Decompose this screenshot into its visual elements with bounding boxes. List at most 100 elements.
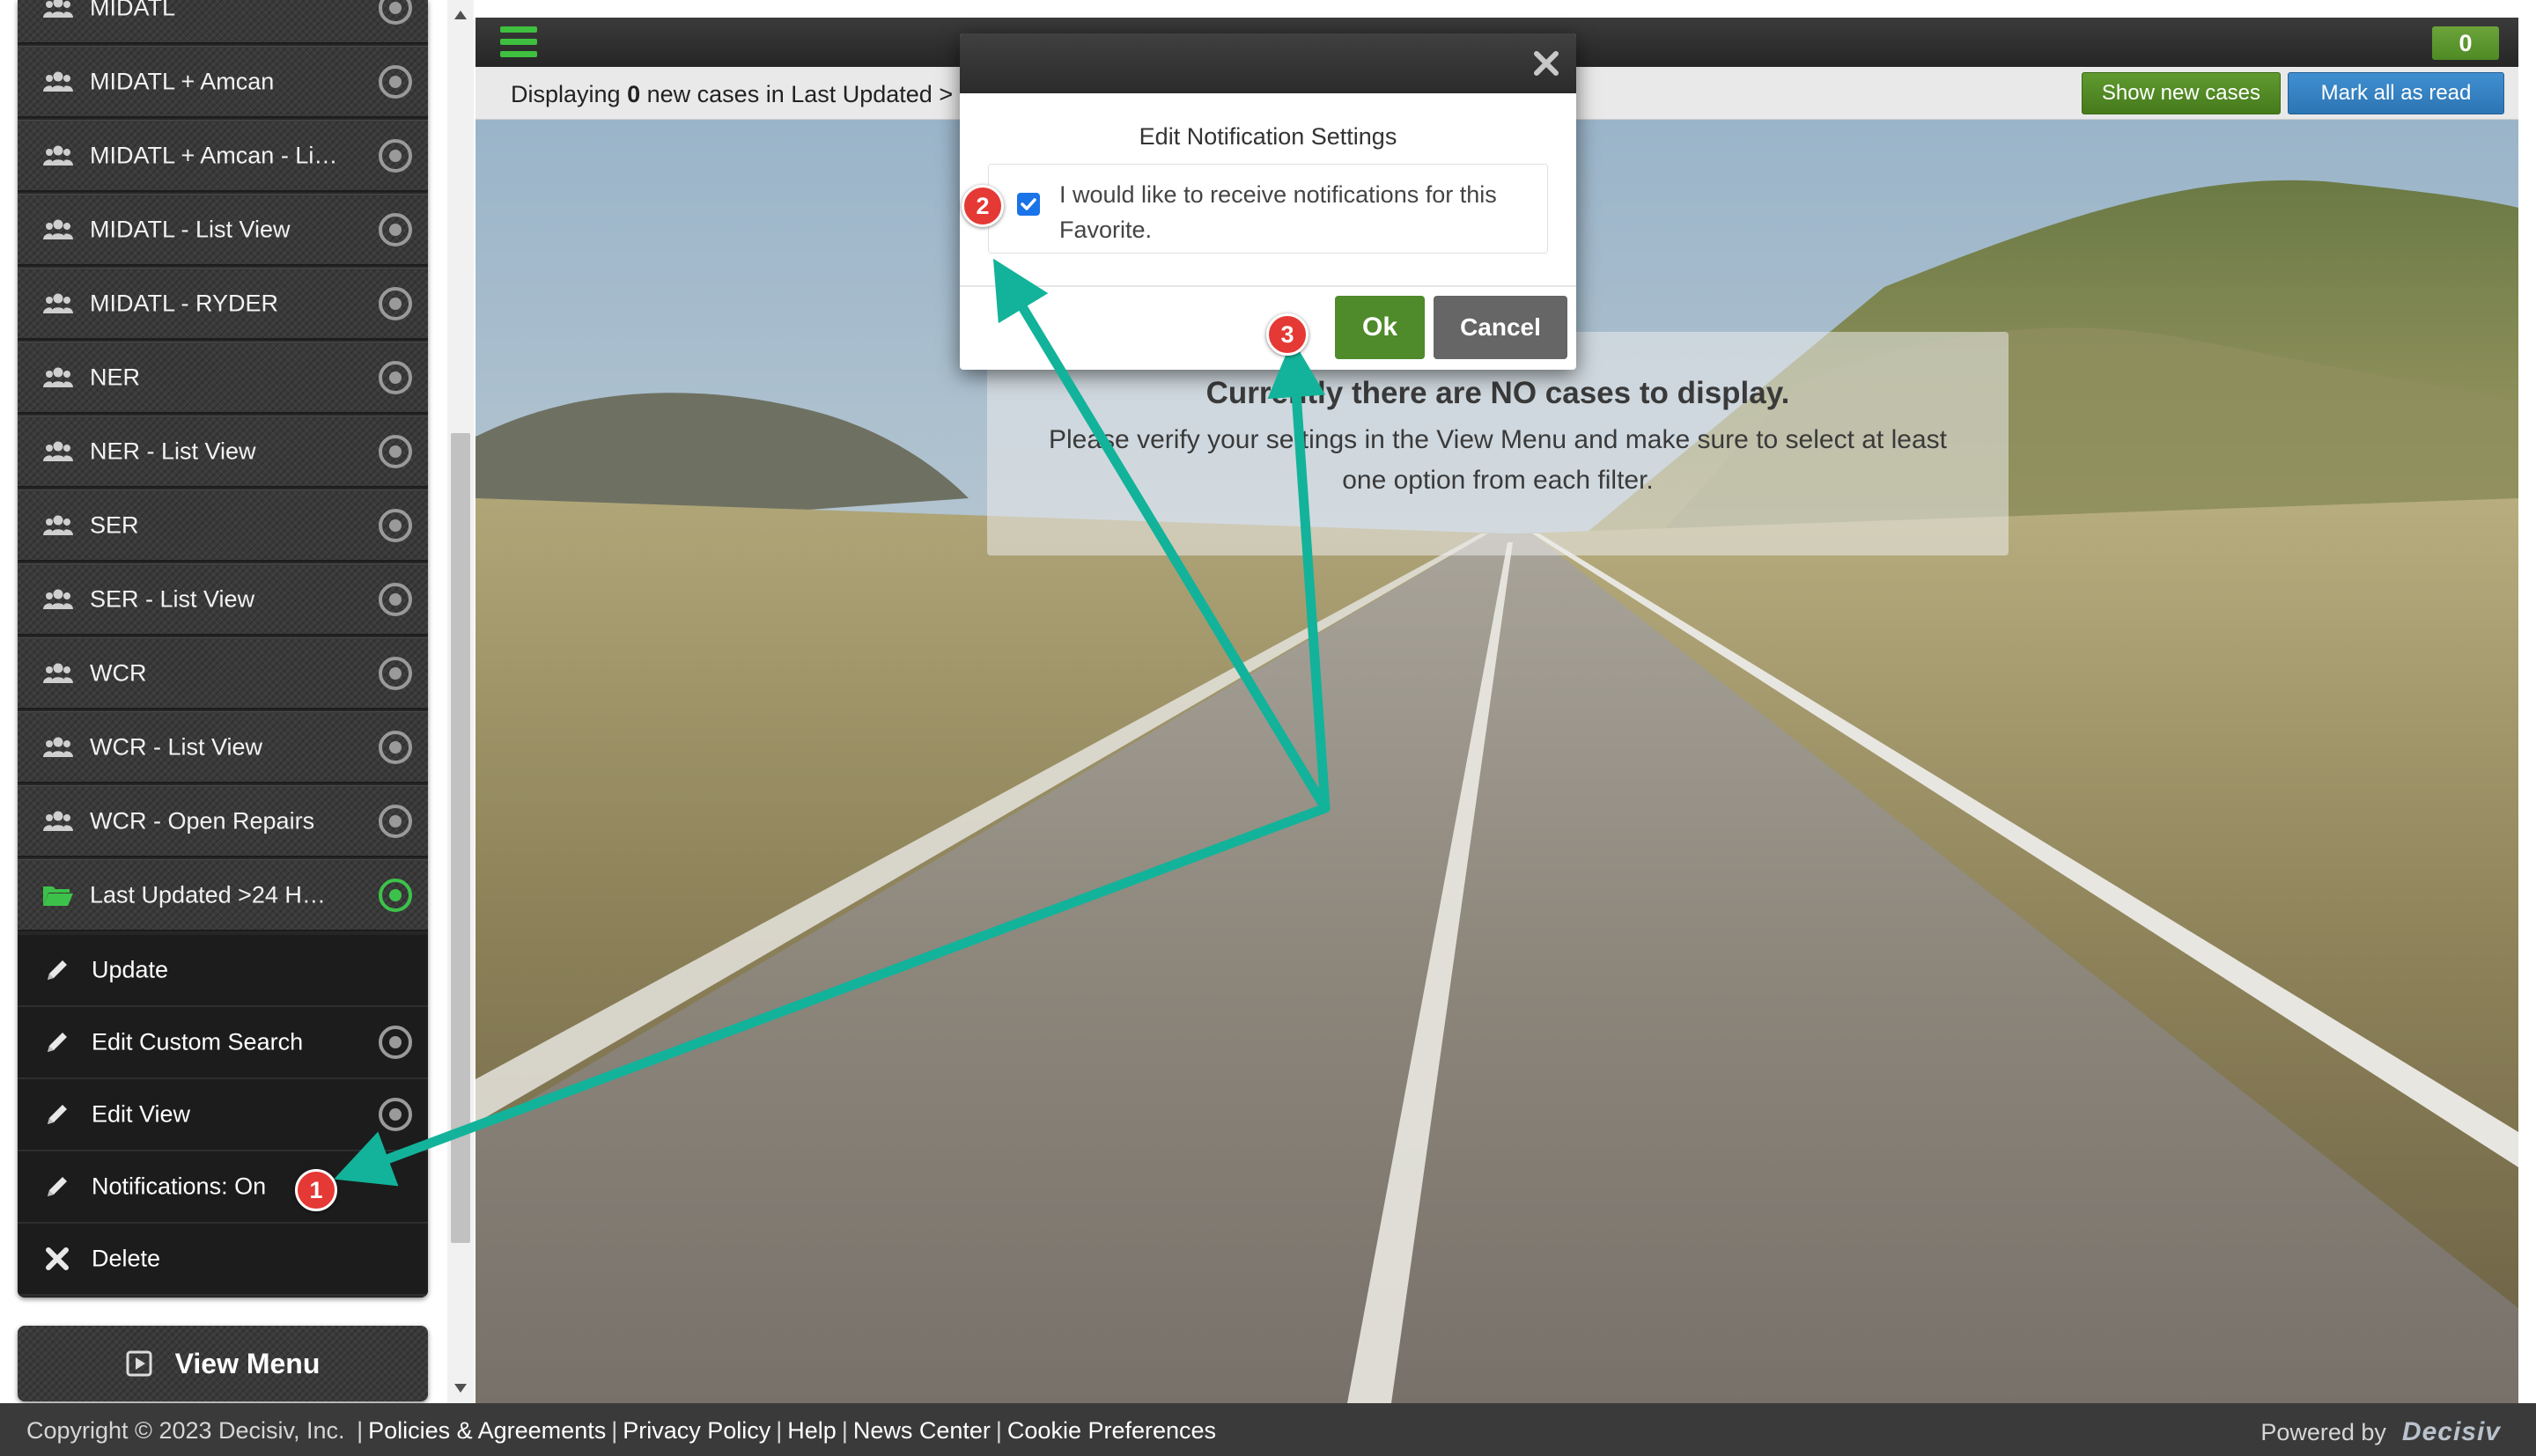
sidebar-item[interactable]: NER — [18, 342, 428, 414]
favorite-radio-icon[interactable] — [379, 212, 412, 246]
sidebar-item[interactable]: MIDATL + Amcan — [18, 46, 428, 118]
close-icon[interactable] — [1529, 46, 1564, 81]
scroll-up-arrow-icon[interactable] — [454, 11, 467, 19]
powered-by: Powered by Decisiv — [2260, 1417, 2501, 1447]
sidebar-item-label: WCR - Open Repairs — [90, 807, 315, 834]
group-icon — [42, 734, 74, 761]
footer-links: Copyright © 2023 Decisiv, Inc. | Policies… — [26, 1417, 1216, 1445]
pencil-icon — [42, 1027, 72, 1057]
submenu-item-label: Update — [92, 956, 169, 983]
favorite-radio-icon[interactable] — [379, 656, 412, 690]
submenu-item[interactable]: Notifications: On — [18, 1151, 428, 1224]
receive-notifications-checkbox[interactable] — [1017, 193, 1040, 216]
sidebar-item-label: Last Updated >24 H… — [90, 881, 326, 908]
sidebar-item[interactable]: WCR - Open Repairs — [18, 785, 428, 857]
footer-link[interactable]: Help — [787, 1417, 837, 1444]
empty-state-message: Please verify your settings in the View … — [1049, 425, 1947, 495]
favorite-radio-icon[interactable] — [379, 0, 412, 25]
submenu-item[interactable]: Delete — [18, 1224, 428, 1296]
view-menu-button[interactable]: View Menu — [18, 1326, 428, 1401]
submenu-item[interactable]: Update — [18, 935, 428, 1007]
sidebar-item[interactable]: WCR - List View — [18, 711, 428, 783]
group-icon — [42, 217, 74, 243]
group-icon — [42, 290, 74, 317]
sidebar-item-label: MIDATL - RYDER — [90, 290, 279, 316]
sidebar-item[interactable]: MIDATL + Amcan - Li… — [18, 120, 428, 192]
favorite-radio-icon[interactable] — [379, 434, 412, 468]
status-prefix: Displaying — [511, 81, 621, 107]
sidebar-item-label: MIDATL + Amcan - Li… — [90, 142, 338, 168]
sidebar-item[interactable]: MIDATL - RYDER — [18, 268, 428, 340]
dialog-header — [960, 33, 1576, 93]
favorite-radio-icon[interactable] — [379, 508, 412, 542]
favorite-radio-icon[interactable] — [379, 286, 412, 320]
submenu-radio-icon[interactable] — [379, 1026, 412, 1059]
favorite-radio-icon[interactable] — [379, 360, 412, 394]
dialog-divider — [960, 285, 1576, 287]
footer-link[interactable]: Policies & Agreements — [368, 1417, 606, 1444]
submenu-item[interactable]: Edit Custom Search — [18, 1007, 428, 1079]
footer-separator: | — [995, 1417, 1002, 1444]
submenu-radio-icon[interactable] — [379, 1098, 412, 1131]
status-text: Displaying 0 new cases in Last Updated > — [511, 81, 953, 108]
pencil-icon — [42, 955, 72, 985]
ok-button[interactable]: Ok — [1335, 296, 1425, 359]
favorite-radio-icon[interactable] — [379, 730, 412, 764]
sidebar-item[interactable]: NER - List View — [18, 415, 428, 488]
footer-separator: | — [776, 1417, 783, 1444]
group-icon — [42, 438, 74, 465]
scroll-down-arrow-icon[interactable] — [454, 1384, 467, 1393]
checkbox-label[interactable]: I would like to receive notifications fo… — [1059, 177, 1535, 247]
sidebar-item-label: MIDATL — [90, 0, 176, 20]
sidebar-item-label: SER — [90, 511, 139, 538]
sidebar-item[interactable]: WCR — [18, 637, 428, 710]
folder-open-icon — [42, 882, 74, 908]
footer-link[interactable]: News Center — [853, 1417, 991, 1444]
callout-3-badge: 3 — [1266, 313, 1309, 356]
favorite-radio-icon[interactable] — [379, 64, 412, 99]
pencil-icon — [42, 1099, 72, 1129]
submenu-item-label: Edit View — [92, 1100, 191, 1128]
callout-2-badge: 2 — [962, 185, 1004, 227]
checkmark-icon — [1021, 198, 1036, 210]
sidebar-scrollbar[interactable] — [447, 0, 474, 1403]
sidebar-item[interactable]: MIDATL — [18, 0, 428, 44]
favorite-radio-icon[interactable] — [379, 582, 412, 616]
footer-separator: | — [841, 1417, 848, 1444]
play-square-icon — [126, 1350, 152, 1377]
pencil-icon — [42, 1172, 72, 1202]
sidebar: MIDATL MIDATL + Amcan MIDATL + Amcan - Li…… — [0, 0, 449, 1403]
footer-link[interactable]: Cookie Preferences — [1007, 1417, 1216, 1444]
favorites-list: MIDATL MIDATL + Amcan MIDATL + Amcan - Li…… — [18, 0, 428, 1298]
favorite-radio-icon[interactable] — [379, 804, 412, 838]
status-count: 0 — [627, 81, 641, 107]
sidebar-item-label: NER - List View — [90, 438, 256, 464]
sidebar-item-label: SER - List View — [90, 585, 255, 612]
footer-link[interactable]: Privacy Policy — [623, 1417, 770, 1444]
footer-separator: | — [611, 1417, 618, 1444]
group-icon — [42, 69, 74, 95]
new-case-count-badge[interactable]: 0 — [2432, 26, 2499, 60]
scrollbar-thumb[interactable] — [451, 433, 470, 1243]
submenu-item-label: Notifications: On — [92, 1173, 267, 1200]
view-menu-label: View Menu — [174, 1347, 321, 1379]
cancel-button[interactable]: Cancel — [1434, 296, 1567, 359]
favorite-radio-icon[interactable] — [379, 138, 412, 173]
sidebar-item-label: WCR — [90, 659, 147, 686]
sidebar-item[interactable]: SER — [18, 489, 428, 562]
notification-settings-dialog: Edit Notification Settings I would like … — [960, 33, 1576, 370]
status-suffix: new cases in Last Updated > — [646, 81, 954, 107]
group-icon — [42, 143, 74, 169]
hamburger-menu-icon[interactable] — [500, 26, 537, 58]
group-icon — [42, 586, 74, 613]
mark-all-read-button[interactable]: Mark all as read — [2288, 72, 2504, 114]
favorite-radio-icon[interactable] — [379, 878, 412, 912]
submenu-item[interactable]: Edit View — [18, 1079, 428, 1151]
powered-by-text: Powered by — [2260, 1418, 2386, 1445]
sidebar-item[interactable]: MIDATL - List View — [18, 194, 428, 266]
callout-1-badge: 1 — [295, 1169, 337, 1211]
sidebar-item[interactable]: Last Updated >24 H… — [18, 859, 428, 931]
sidebar-item[interactable]: SER - List View — [18, 563, 428, 636]
show-new-cases-button[interactable]: Show new cases — [2081, 72, 2281, 114]
sidebar-item-label: MIDATL + Amcan — [90, 68, 275, 94]
